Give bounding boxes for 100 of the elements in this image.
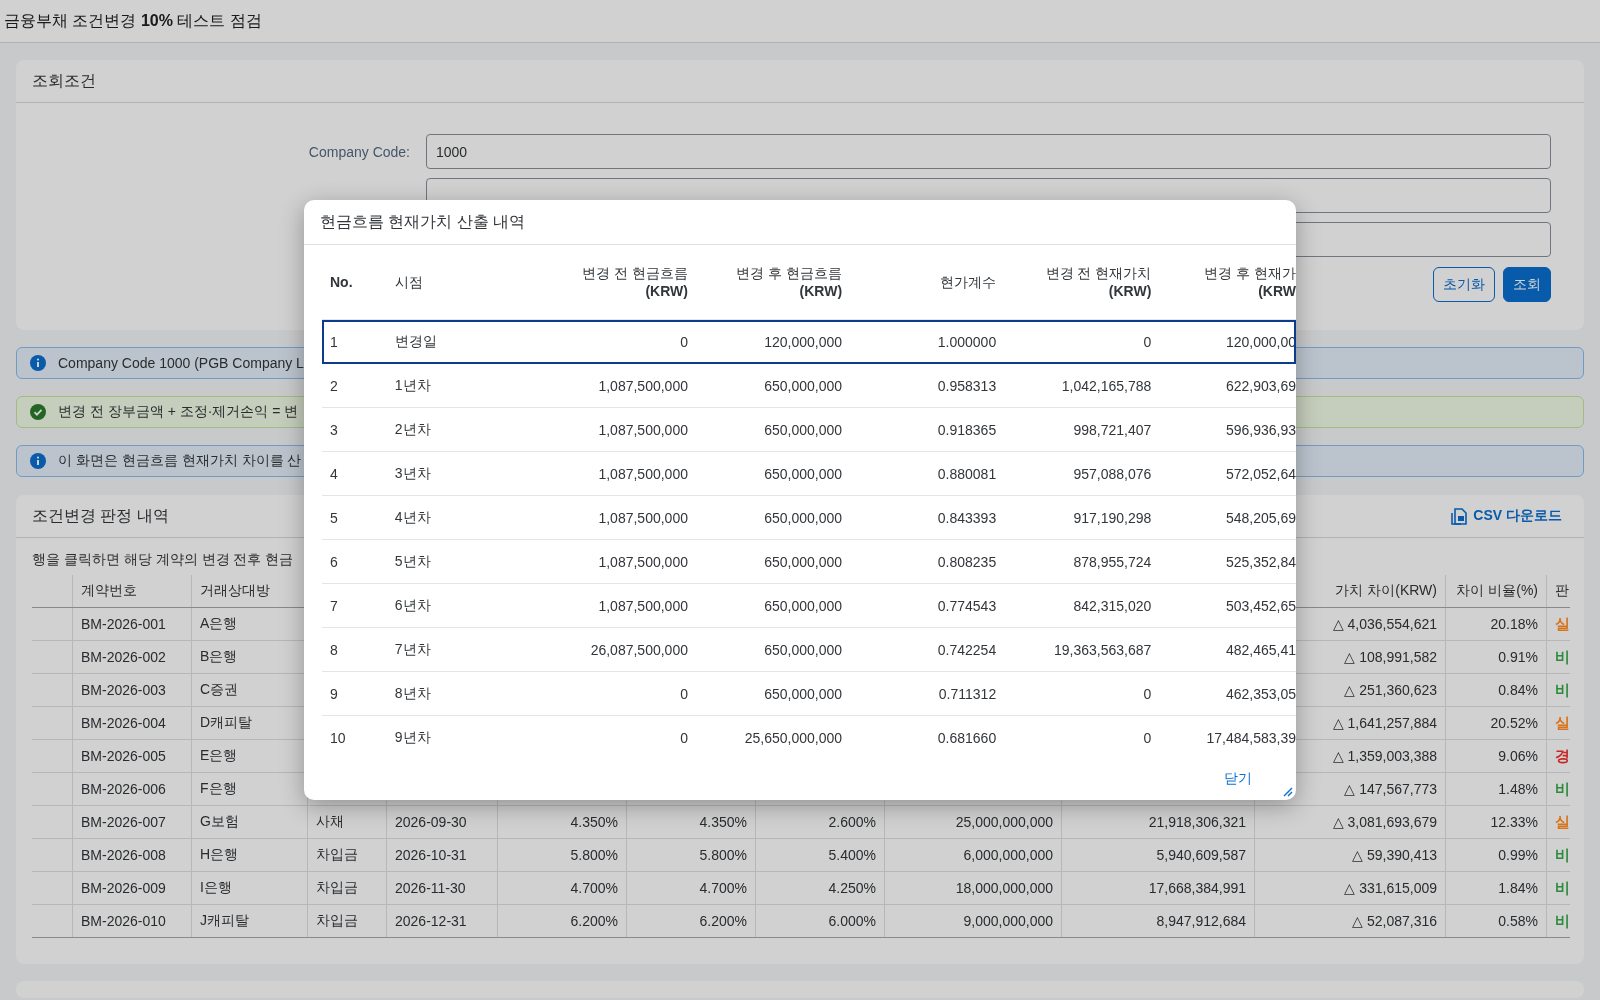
column-header: 차이 비율(%)	[1456, 582, 1538, 598]
table-cell: 8년차	[394, 684, 431, 701]
table-cell: 9,000,000,000	[963, 913, 1053, 929]
table-cell: 7	[330, 597, 338, 614]
table-cell: 10	[330, 729, 346, 746]
table-cell: 0.742254	[937, 641, 997, 658]
table-cell: 5,940,609,587	[1156, 847, 1246, 863]
table-cell: BM-2026-007	[81, 814, 166, 830]
column-unit: (KRW)	[645, 283, 688, 299]
table-cell: 2	[330, 377, 338, 394]
table-row[interactable]: 4 3년차 1,087,500,000 650,000,000 0.880081 957,088,076 572,052,64	[322, 451, 1296, 496]
table-cell: 1.000000	[937, 333, 997, 350]
table-cell: 650,000,000	[764, 597, 843, 614]
table-cell: 3	[330, 421, 338, 438]
table-cell: △ 108,991,582	[1344, 649, 1437, 665]
table-cell: 1.84%	[1498, 880, 1538, 896]
table-cell: △ 52,087,316	[1352, 913, 1437, 929]
table-cell: 1	[330, 333, 338, 350]
table-cell: 18,000,000,000	[955, 880, 1053, 896]
table-cell: 20.18%	[1490, 616, 1538, 632]
table-cell: 6.000%	[828, 913, 876, 929]
status-text: 실	[1555, 812, 1570, 830]
table-cell: 0.84%	[1498, 682, 1538, 698]
table-cell: 차입금	[316, 879, 358, 895]
table-cell: 5	[330, 509, 338, 526]
column-header: 시점	[394, 274, 423, 290]
status-text: 비	[1555, 911, 1570, 929]
table-cell: 0.99%	[1498, 847, 1538, 863]
table-cell: 120,000,00	[1225, 333, 1296, 350]
table-cell: 5.800%	[699, 847, 747, 863]
field-label: Company Code:	[308, 143, 410, 160]
table-cell: 0.91%	[1498, 649, 1538, 665]
table-cell: 0	[1143, 685, 1152, 702]
table-cell: 4.250%	[828, 880, 876, 896]
table-row[interactable]: 9 8년차 0 650,000,000 0.711312 0 462,353,05	[322, 671, 1296, 716]
table-cell: △ 1,641,257,884	[1332, 715, 1437, 731]
table-cell: 0.843393	[937, 509, 997, 526]
table-cell: 1,087,500,000	[598, 597, 688, 614]
info-icon	[30, 453, 46, 469]
info-icon	[30, 355, 46, 371]
table-row[interactable]: 2 1년차 1,087,500,000 650,000,000 0.958313 1,042,165,788 622,903,69	[322, 363, 1296, 408]
table-row[interactable]: 6 5년차 1,087,500,000 650,000,000 0.808235 878,955,724 525,352,84	[322, 539, 1296, 584]
status-text: 실	[1555, 713, 1570, 731]
column-header: 판	[1555, 582, 1569, 598]
table-cell: 0	[1143, 729, 1152, 746]
table-cell: 1,087,500,000	[598, 465, 688, 482]
table-cell: 3년차	[394, 464, 431, 481]
table-cell: 7년차	[394, 640, 431, 657]
status-text: 비	[1555, 845, 1570, 863]
table-cell: 8,947,912,684	[1156, 913, 1246, 929]
table-cell: BM-2026-010	[81, 913, 166, 929]
close-button[interactable]: 닫기	[1218, 765, 1258, 792]
table-cell: 6	[330, 553, 338, 570]
panel-title: 조건변경 판정 내역	[32, 505, 169, 526]
csv-download-button[interactable]: CSV 다운로드	[1451, 507, 1562, 525]
table-cell: 26,087,500,000	[590, 641, 688, 658]
table-cell: B은행	[200, 648, 238, 664]
table-cell: 650,000,000	[764, 465, 843, 482]
table-row[interactable]: 7 6년차 1,087,500,000 650,000,000 0.774543 842,315,020 503,452,65	[322, 583, 1296, 628]
table-cell: 0.958313	[937, 377, 997, 394]
table-cell: △ 331,615,009	[1344, 880, 1437, 896]
search-button[interactable]: 조회	[1503, 267, 1551, 302]
table-cell: 5년차	[394, 552, 431, 569]
table-cell: 650,000,000	[764, 509, 843, 526]
table-cell: 482,465,41	[1225, 641, 1296, 658]
table-cell: G보험	[200, 813, 239, 829]
table-cell: BM-2026-002	[81, 649, 166, 665]
table-cell: 1,087,500,000	[598, 421, 688, 438]
table-cell: 4.700%	[699, 880, 747, 896]
hint-text: 행을 클릭하면 해당 계약의 변경 전후 현금	[32, 551, 294, 569]
table-row[interactable]: 3 2년차 1,087,500,000 650,000,000 0.918365 998,721,407 596,936,93	[322, 407, 1296, 452]
input-field[interactable]: 1000	[426, 134, 1551, 169]
table-cell: △ 3,081,693,679	[1332, 814, 1437, 830]
table-cell: BM-2026-006	[81, 781, 166, 797]
column-header: 현가계수	[940, 274, 997, 290]
column-header: 변경 후 현재가	[1204, 265, 1296, 281]
page-title: 금융부채 조건변경 10% 테스트 점검	[4, 10, 262, 31]
table-cell: 9	[330, 685, 338, 702]
table-cell: 9년차	[394, 728, 431, 745]
table-row[interactable]: 1 변경일 0 120,000,000 1.000000 0 120,000,00	[322, 319, 1296, 364]
table-cell: 20.52%	[1490, 715, 1538, 731]
file-icon	[1451, 507, 1468, 525]
table-cell: 차입금	[316, 912, 358, 928]
table-cell: 1,087,500,000	[598, 377, 688, 394]
table-cell: 1년차	[394, 376, 431, 393]
table-cell: 0.681660	[937, 729, 997, 746]
table-cell: 2026-11-30	[395, 880, 466, 896]
table-cell: 9.06%	[1498, 748, 1538, 764]
table-cell: 917,190,298	[1073, 509, 1152, 526]
table-row[interactable]: 10 9년차 0 25,650,000,000 0.681660 0 17,484,583,39	[322, 715, 1296, 757]
table-cell: △ 1,359,003,388	[1332, 748, 1437, 764]
table-cell: BM-2026-001	[81, 616, 166, 632]
table-cell: 503,452,65	[1225, 597, 1296, 614]
table-row[interactable]: 5 4년차 1,087,500,000 650,000,000 0.843393 917,190,298 548,205,69	[322, 495, 1296, 540]
table-cell: 19,363,563,687	[1054, 641, 1152, 658]
status-text: 비	[1555, 680, 1570, 698]
reset-button[interactable]: 초기화	[1433, 267, 1495, 302]
table-cell: 2026-10-31	[395, 847, 467, 863]
column-unit: (KRW	[1258, 283, 1296, 299]
table-row[interactable]: 8 7년차 26,087,500,000 650,000,000 0.742254 19,363,563,687 482,465,41	[322, 627, 1296, 672]
